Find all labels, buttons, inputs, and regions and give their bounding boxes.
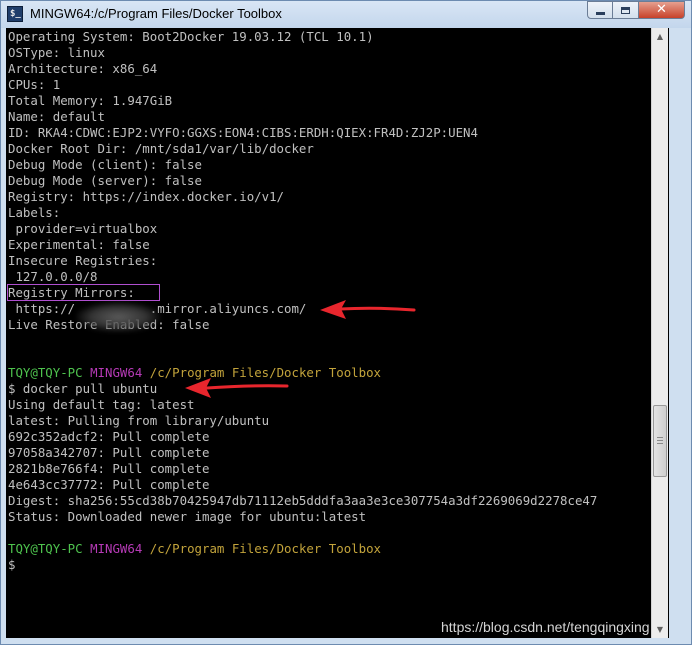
title-bar[interactable]: $_ MINGW64:/c/Program Files/Docker Toolb…: [1, 1, 691, 28]
registry-mirrors-highlight: [7, 284, 160, 301]
terminal-line: Digest: sha256:55cd38b70425947db71112eb5…: [8, 493, 598, 508]
prompt-host: MINGW64: [90, 541, 143, 556]
prompt-user: TQY@TQY-PC: [8, 365, 83, 380]
csdn-watermark: https://blog.csdn.net/tengqingxing: [441, 619, 650, 635]
terminal-line: Using default tag: latest: [8, 397, 195, 412]
terminal-line: Operating System: Boot2Docker 19.03.12 (…: [8, 29, 374, 44]
cursor-line: $: [8, 557, 16, 572]
command-line: $ docker pull ubuntu: [8, 381, 158, 396]
maximize-button[interactable]: [613, 1, 639, 19]
terminal-lines: Operating System: Boot2Docker 19.03.12 (…: [8, 29, 597, 573]
scrollbar-grip: [657, 437, 663, 438]
vertical-scrollbar[interactable]: ▲ ▼: [651, 28, 668, 638]
minimize-button[interactable]: [587, 1, 613, 19]
scroll-down-arrow-icon[interactable]: ▼: [652, 621, 668, 638]
terminal-line: provider=virtualbox: [8, 221, 158, 236]
terminal-line: OSType: linux: [8, 45, 105, 60]
terminal-line: 127.0.0.0/8: [8, 269, 98, 284]
prompt-path: /c/Program Files/Docker Toolbox: [149, 365, 382, 380]
minimize-icon: [595, 12, 605, 15]
mingw-app-icon[interactable]: $_: [7, 6, 23, 22]
terminal-line: Total Memory: 1.947GiB: [8, 93, 173, 108]
terminal-line: Status: Downloaded newer image for ubunt…: [8, 509, 367, 524]
close-button[interactable]: ✕: [639, 1, 685, 19]
terminal-line: Experimental: false: [8, 237, 150, 252]
terminal-line: Labels:: [8, 205, 61, 220]
terminal-line: ID: RKA4:CDWC:EJP2:VYFO:GGXS:EON4:CIBS:E…: [8, 125, 478, 140]
prompt-user: TQY@TQY-PC: [8, 541, 83, 556]
terminal-line: 97058a342707: Pull complete: [8, 445, 210, 460]
terminal-line: Insecure Registries:: [8, 253, 158, 268]
terminal-line: Registry: https://index.docker.io/v1/: [8, 189, 285, 204]
redaction-blur: [76, 302, 161, 332]
terminal-line: latest: Pulling from library/ubuntu: [8, 413, 270, 428]
prompt-path: /c/Program Files/Docker Toolbox: [149, 541, 382, 556]
window-controls: ✕: [587, 1, 685, 20]
prompt-line: TQY@TQY-PC MINGW64 /c/Program Files/Dock…: [8, 541, 597, 557]
terminal-line: Architecture: x86_64: [8, 61, 158, 76]
scrollbar-thumb[interactable]: [653, 405, 667, 477]
maximize-icon: [621, 6, 630, 14]
scroll-up-arrow-icon[interactable]: ▲: [652, 28, 668, 45]
terminal-line: 2821b8e766f4: Pull complete: [8, 461, 210, 476]
terminal-window: $_ MINGW64:/c/Program Files/Docker Toolb…: [0, 0, 692, 645]
terminal-line: 692c352adcf2: Pull complete: [8, 429, 210, 444]
terminal-line: Debug Mode (client): false: [8, 157, 202, 172]
scrollbar-grip: [657, 440, 663, 441]
terminal-line: CPUs: 1: [8, 77, 61, 92]
terminal-line: 4e643cc37772: Pull complete: [8, 477, 210, 492]
prompt-line: TQY@TQY-PC MINGW64 /c/Program Files/Dock…: [8, 365, 597, 381]
terminal-line: Debug Mode (server): false: [8, 173, 202, 188]
terminal-output[interactable]: Operating System: Boot2Docker 19.03.12 (…: [6, 28, 669, 638]
terminal-line: Docker Root Dir: /mnt/sda1/var/lib/docke…: [8, 141, 314, 156]
window-title: MINGW64:/c/Program Files/Docker Toolbox: [30, 6, 282, 21]
scrollbar-grip: [657, 443, 663, 444]
terminal-line: Name: default: [8, 109, 105, 124]
prompt-host: MINGW64: [90, 365, 143, 380]
close-icon: ✕: [656, 2, 667, 17]
